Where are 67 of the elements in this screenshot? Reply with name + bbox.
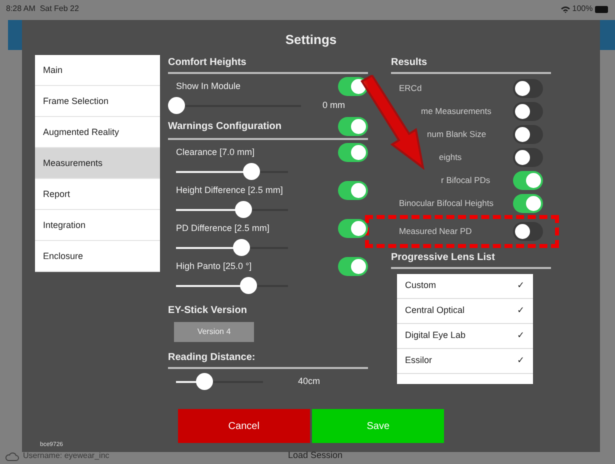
wifi-icon bbox=[561, 6, 570, 12]
setting-label: High Panto [25.0 °] bbox=[176, 260, 252, 273]
setting-label: Show In Module bbox=[176, 80, 241, 93]
toggle-switch[interactable] bbox=[513, 125, 543, 144]
section-heading: Results bbox=[391, 55, 551, 74]
toggle-switch[interactable] bbox=[513, 194, 543, 213]
checkmark: ✓ bbox=[517, 329, 525, 342]
sidebar-item[interactable]: Integration bbox=[35, 210, 160, 241]
cancel-button[interactable]: Cancel bbox=[178, 409, 310, 443]
slider-value: 40cm bbox=[298, 375, 320, 388]
section-heading: EY-Stick Version bbox=[168, 304, 248, 318]
lens-name: Custom bbox=[405, 279, 436, 292]
slider-thumb[interactable] bbox=[196, 373, 213, 390]
toggle-switch[interactable] bbox=[513, 79, 543, 98]
setting-label: Measured Near PD bbox=[399, 225, 472, 238]
section-heading: Progressive Lens List bbox=[391, 250, 551, 270]
setting-label: me Measurements bbox=[420, 105, 492, 118]
toggle-switch[interactable] bbox=[513, 102, 543, 121]
checkmark: ✓ bbox=[517, 279, 525, 292]
slider-thumb[interactable] bbox=[240, 277, 257, 294]
slider-thumb[interactable] bbox=[168, 97, 185, 114]
toggle-switch[interactable] bbox=[513, 148, 543, 167]
setting-label: eights bbox=[438, 151, 462, 164]
lens-name: Essilor bbox=[405, 354, 432, 367]
setting-label: num Blank Size bbox=[426, 128, 486, 141]
lens-list-item[interactable]: Custom ✓ bbox=[397, 274, 533, 299]
slider-thumb[interactable] bbox=[235, 201, 252, 218]
toggle-switch[interactable] bbox=[338, 77, 368, 96]
slider-thumb[interactable] bbox=[232, 239, 250, 256]
toggle-switch[interactable] bbox=[513, 222, 543, 241]
setting-label: PD Difference [2.5 mm] bbox=[176, 222, 270, 235]
setting-label: ERCd bbox=[399, 82, 422, 95]
sidebar-item[interactable]: Frame Selection bbox=[35, 86, 160, 117]
toggle-switch[interactable] bbox=[338, 257, 368, 276]
checkmark: ✓ bbox=[517, 304, 525, 317]
sidebar-item[interactable]: Report bbox=[35, 179, 160, 210]
lens-list-item[interactable]: Essilor ✓ bbox=[397, 348, 533, 374]
section-heading: Comfort Heights bbox=[168, 55, 368, 74]
slider-value: 0 mm bbox=[322, 98, 345, 112]
status-date: Sat Feb 22 bbox=[40, 4, 79, 13]
toggle-switch[interactable] bbox=[338, 117, 368, 136]
section-heading: Reading Distance: bbox=[168, 350, 368, 370]
setting-label: Clearance [7.0 mm] bbox=[176, 146, 255, 159]
checkmark: ✓ bbox=[517, 354, 525, 367]
section-heading: Warnings Configuration bbox=[168, 120, 282, 134]
status-time: 8:28 AM bbox=[6, 4, 36, 13]
username-label: Username: eyewear_inc bbox=[23, 450, 110, 462]
lens-name: Central Optical bbox=[405, 304, 465, 317]
setting-label: Height Difference [2.5 mm] bbox=[176, 184, 283, 197]
sidebar-item[interactable]: Main bbox=[35, 55, 160, 86]
cloud-icon bbox=[5, 452, 19, 460]
battery-percentage: 100% bbox=[572, 3, 593, 15]
toggle-switch[interactable] bbox=[513, 171, 543, 190]
toggle-switch[interactable] bbox=[338, 181, 368, 200]
battery-icon bbox=[595, 6, 609, 12]
sidebar-item[interactable]: Enclosure bbox=[35, 241, 160, 272]
toggle-switch[interactable] bbox=[338, 143, 368, 162]
lens-list-item[interactable]: Digital Eye Lab ✓ bbox=[397, 324, 533, 349]
lens-list-item[interactable]: Central Optical ✓ bbox=[397, 298, 533, 324]
dialog-title: Settings bbox=[285, 31, 337, 49]
slider-thumb[interactable] bbox=[243, 163, 260, 180]
setting-label: Binocular Bifocal Heights bbox=[399, 197, 494, 210]
sidebar-item[interactable]: Measurements bbox=[35, 148, 160, 179]
load-session-link[interactable]: Load Session bbox=[288, 449, 343, 463]
toggle-switch[interactable] bbox=[338, 219, 368, 238]
setting-label: r Bifocal PDs bbox=[440, 174, 490, 187]
lens-name: Digital Eye Lab bbox=[405, 329, 466, 342]
